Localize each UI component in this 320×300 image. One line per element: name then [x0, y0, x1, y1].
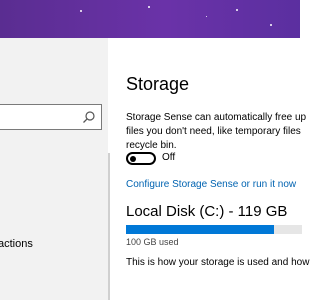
storage-sense-toggle[interactable] [126, 152, 156, 165]
toggle-state-label: Off [162, 152, 176, 163]
toggle-knob [130, 155, 136, 162]
disk-usage-fill [126, 225, 274, 234]
storage-sense-description: Storage Sense can automatically free up … [126, 112, 307, 151]
wallpaper-star [80, 10, 82, 12]
settings-search-input[interactable] [0, 104, 102, 130]
disk-used-label: 100 GB used [126, 237, 179, 247]
storage-page: Storage Storage Sense can automatically … [126, 38, 309, 300]
desktop-wallpaper [0, 0, 300, 38]
disk-usage-bar[interactable] [126, 225, 302, 234]
search-icon[interactable] [82, 110, 96, 124]
wallpaper-star [236, 9, 238, 11]
storage-usage-intro: This is how your storage is used and how [126, 257, 310, 268]
settings-window: actions Storage Storage Sense can automa… [0, 38, 309, 300]
wallpaper-star [270, 24, 272, 26]
local-disk-title[interactable]: Local Disk (C:) - 119 GB [126, 203, 287, 220]
sidebar-item-actions[interactable]: actions [0, 238, 33, 250]
sidebar-divider [108, 153, 110, 300]
settings-sidebar: actions [0, 38, 108, 300]
page-title: Storage [126, 74, 190, 94]
wallpaper-star [206, 16, 207, 17]
wallpaper-star [148, 6, 150, 8]
configure-storage-sense-link[interactable]: Configure Storage Sense or run it now [126, 179, 296, 190]
